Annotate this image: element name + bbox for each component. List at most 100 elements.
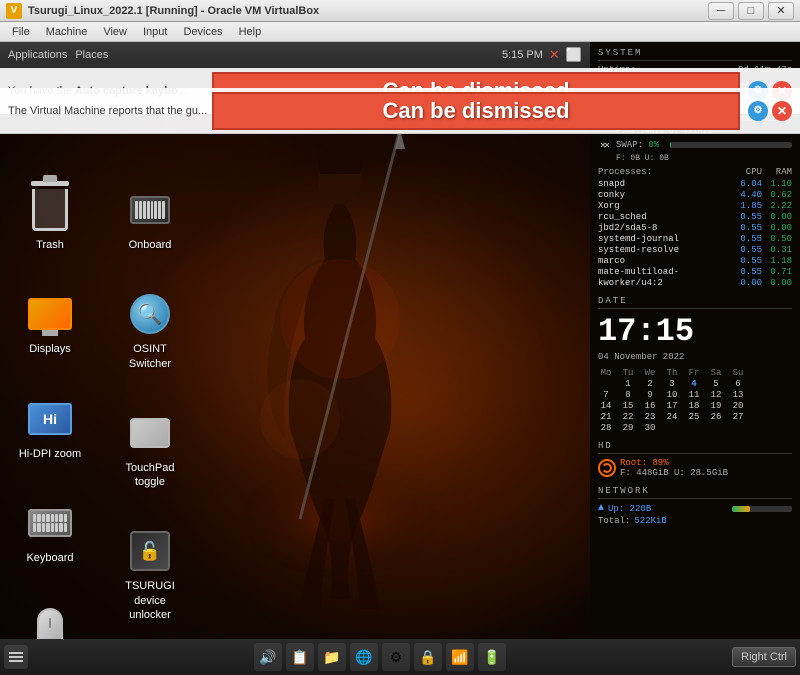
proc-name: rcu_sched xyxy=(598,212,732,222)
desktop-icon-onboard[interactable]: Onboard xyxy=(110,182,190,256)
proc-cpu: 0.55 xyxy=(732,256,762,266)
cal-day xyxy=(664,423,680,433)
proc-ram: 0.62 xyxy=(762,190,792,200)
cal-day: 16 xyxy=(642,401,658,411)
cal-day: 12 xyxy=(708,390,724,400)
cal-day: 10 xyxy=(664,390,680,400)
desktop-icon-displays[interactable]: Displays xyxy=(10,286,90,360)
hd-circle-icon xyxy=(598,459,616,477)
notif-2-controls: ⚙ ✕ xyxy=(748,101,792,121)
taskbar-left xyxy=(4,645,28,669)
processes-list: snapd6.041.10conky4.400.62Xorg1.852.22rc… xyxy=(598,179,792,288)
processes-header: Processes: CPU RAM xyxy=(598,167,792,177)
cal-day: 29 xyxy=(620,423,636,433)
network-total-row: Total: 522KiB xyxy=(598,516,792,526)
hd-root-name: Root: 89% xyxy=(620,458,792,468)
proc-name: jbd2/sda5-8 xyxy=(598,223,732,233)
proc-cpu: 6.04 xyxy=(732,179,762,189)
process-row: kworker/u4:20.000.00 xyxy=(598,278,792,288)
proc-name: systemd-resolve xyxy=(598,245,732,255)
process-row: rcu_sched0.550.00 xyxy=(598,212,792,222)
taskbar-icon-audio[interactable]: 🔊 xyxy=(254,643,282,671)
taskbar-icon-wifi[interactable]: 📶 xyxy=(446,643,474,671)
proc-name: kworker/u4:2 xyxy=(598,278,732,288)
cal-day: 20 xyxy=(730,401,746,411)
taskbar-app-menu[interactable] xyxy=(4,645,28,669)
proc-name: mate-multiload- xyxy=(598,267,732,277)
close-button[interactable]: ✕ xyxy=(768,2,794,20)
menu-help[interactable]: Help xyxy=(231,24,270,40)
menu-view[interactable]: View xyxy=(95,24,135,40)
cal-day: 6 xyxy=(730,379,746,389)
right-ctrl-button[interactable]: Right Ctrl xyxy=(732,647,796,667)
process-row: Xorg1.852.22 xyxy=(598,201,792,211)
notif-2-dismiss-button[interactable]: ✕ xyxy=(772,101,792,121)
cal-header: We xyxy=(642,368,658,378)
app-icon: V xyxy=(6,3,22,19)
proc-ram: 0.00 xyxy=(762,212,792,222)
process-row: systemd-resolve0.550.31 xyxy=(598,245,792,255)
desktop-icon-mouse-keys[interactable]: Mouse keysswitch xyxy=(10,599,90,639)
proc-name: snapd xyxy=(598,179,732,189)
menu-input[interactable]: Input xyxy=(135,24,175,40)
network-up-row: ▲ Up: 220B xyxy=(598,503,792,514)
menu-file[interactable]: File xyxy=(4,24,38,40)
maximize-button[interactable]: □ xyxy=(738,2,764,20)
cal-day xyxy=(730,423,746,433)
network-total-value: 522KiB xyxy=(634,516,666,526)
proc-name: systemd-journal xyxy=(598,234,732,244)
cal-day: 15 xyxy=(620,401,636,411)
taskbar-icon-settings[interactable]: ⚙ xyxy=(382,643,410,671)
cal-day: 23 xyxy=(642,412,658,422)
taskbar-icon-security[interactable]: 🔒 xyxy=(414,643,442,671)
taskbar-icon-network[interactable]: 🌐 xyxy=(350,643,378,671)
cal-day: 14 xyxy=(598,401,614,411)
calendar: MoTuWeThFrSaSu12345678910111213141516171… xyxy=(598,368,792,433)
process-row: systemd-journal0.550.50 xyxy=(598,234,792,244)
minimize-button[interactable]: ─ xyxy=(708,2,734,20)
network-section: NETWORK ▲ Up: 220B Total: 522KiB xyxy=(598,486,792,526)
desktop-icon-keyboard[interactable]: Keyboard xyxy=(10,495,90,569)
hd-section-label: HD xyxy=(598,441,792,454)
cal-header: Fr xyxy=(686,368,702,378)
process-row: mate-multiload-0.550.71 xyxy=(598,267,792,277)
cal-day: 7 xyxy=(598,390,614,400)
notif-2-settings-button[interactable]: ⚙ xyxy=(748,101,768,121)
proc-ram: 0.00 xyxy=(762,223,792,233)
hd-root-info: Root: 89% F: 448GiB U: 28.5GiB xyxy=(620,458,792,478)
network-total-label: Total: xyxy=(598,516,630,526)
proc-cpu: 0.55 xyxy=(732,212,762,222)
desktop-icon-trash[interactable]: Trash xyxy=(10,182,90,256)
proc-ram: 1.18 xyxy=(762,256,792,266)
cal-day: 25 xyxy=(686,412,702,422)
date-section: DATE 17:15 04 November 2022 MoTuWeThFrSa… xyxy=(598,296,792,433)
proc-ram: 1.10 xyxy=(762,179,792,189)
keyboard-icon-label: Keyboard xyxy=(26,551,73,565)
notif-2-banner: Can be dismissed xyxy=(212,92,740,130)
warrior-silhouette xyxy=(200,119,480,639)
desktop-icon-hidpi[interactable]: Hi Hi-DPI zoom xyxy=(10,391,90,465)
cal-day: 8 xyxy=(620,390,636,400)
menu-devices[interactable]: Devices xyxy=(175,24,230,40)
desktop-icon-osint[interactable]: OSINTSwitcher xyxy=(110,286,190,375)
cal-day: 11 xyxy=(686,390,702,400)
proc-cpu: 0.00 xyxy=(732,278,762,288)
cal-day xyxy=(598,379,614,389)
process-row: conky4.400.62 xyxy=(598,190,792,200)
proc-cpu: 0.55 xyxy=(732,234,762,244)
cal-day: 30 xyxy=(642,423,658,433)
proc-header-label: Processes: xyxy=(598,167,732,177)
cal-header: Su xyxy=(730,368,746,378)
cal-day xyxy=(686,423,702,433)
cal-day: 3 xyxy=(664,379,680,389)
cal-header: Tu xyxy=(620,368,636,378)
proc-ram: 0.50 xyxy=(762,234,792,244)
taskbar-icon-power[interactable]: 🔋 xyxy=(478,643,506,671)
desktop-icon-touchpad[interactable]: TouchPadtoggle xyxy=(110,405,190,494)
taskbar-icon-clipboard[interactable]: 📋 xyxy=(286,643,314,671)
menu-machine[interactable]: Machine xyxy=(38,24,96,40)
proc-ram: 0.00 xyxy=(762,278,792,288)
desktop-icon-tsurugi[interactable]: 🔓 TSURUGIdeviceunlocker xyxy=(110,523,190,626)
taskbar-icon-files[interactable]: 📁 xyxy=(318,643,346,671)
tsurugi-icon-label: TSURUGIdeviceunlocker xyxy=(125,579,175,622)
